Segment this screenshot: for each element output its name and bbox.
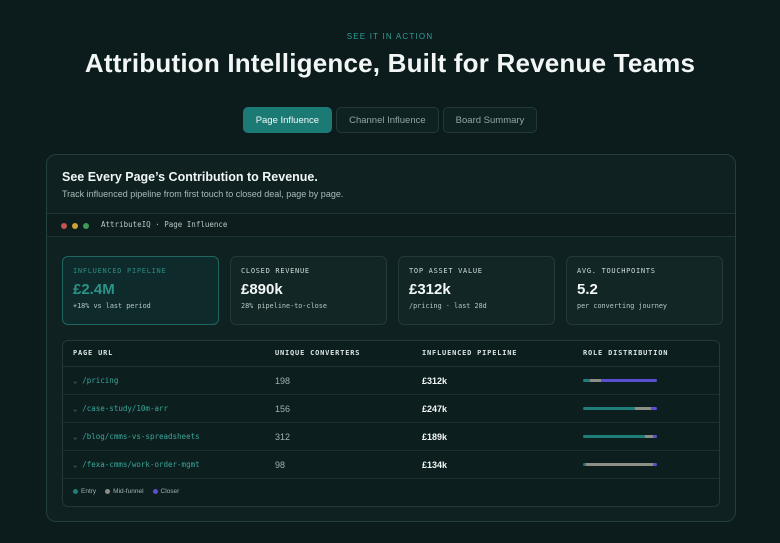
pipeline-cell: £134k xyxy=(422,460,448,470)
closer-segment xyxy=(652,435,657,438)
kpi-note: /pricing · last 28d xyxy=(409,302,487,310)
kpi-label: INFLUENCED PIPELINE xyxy=(73,267,167,275)
hero-title: Attribution Intelligence, Built for Reve… xyxy=(84,48,696,78)
page-url-cell[interactable]: ⌄ /blog/cmms-vs-spreadsheets xyxy=(73,423,200,451)
kpi-value: £890k xyxy=(241,281,283,298)
pipeline-cell: £247k xyxy=(422,404,448,414)
column-header-unique-converters[interactable]: UNIQUE CONVERTERS xyxy=(275,341,360,366)
legend-dot xyxy=(152,489,158,494)
eyebrow-label: SEE IT IN ACTION xyxy=(346,32,434,41)
kpi-top-asset-value: TOP ASSET VALUE £312k /pricing · last 28… xyxy=(398,256,555,325)
role-distribution-bar xyxy=(583,435,657,438)
converters-cell: 98 xyxy=(275,460,286,470)
mid-funnel-segment xyxy=(645,435,653,438)
legend-item-entry: Entry xyxy=(73,488,96,495)
demo-card: See Every Page’s Contribution to Revenue… xyxy=(46,154,736,522)
kpi-closed-revenue: CLOSED REVENUE £890k 28% pipeline-to-clo… xyxy=(230,256,387,325)
mid-funnel-segment xyxy=(634,407,652,410)
closer-segment xyxy=(652,463,657,466)
view-tabs: Page Influence Channel Influence Board S… xyxy=(0,107,780,133)
window-titlebar: AttributeIQ · Page Influence xyxy=(47,213,735,237)
entry-segment xyxy=(583,379,591,382)
tab-page-influence[interactable]: Page Influence xyxy=(242,107,333,133)
role-distribution-bar xyxy=(583,463,657,466)
tab-board-summary[interactable]: Board Summary xyxy=(442,107,538,133)
kpi-note: per converting journey xyxy=(577,302,668,310)
role-distribution-bar xyxy=(583,407,657,410)
kpi-influenced-pipeline: INFLUENCED PIPELINE £2.4M +18% vs last p… xyxy=(62,256,219,325)
kpi-note: +18% vs last period xyxy=(73,302,151,310)
kpi-value: £2.4M xyxy=(73,281,115,298)
kpi-label: CLOSED REVENUE xyxy=(241,267,310,275)
page-url: /pricing xyxy=(82,376,119,385)
card-subtitle: Track influenced pipeline from first tou… xyxy=(62,189,344,199)
legend-label: Mid-funnel xyxy=(113,488,144,495)
chevron-down-icon[interactable]: ⌄ xyxy=(73,377,77,385)
role-legend: Entry Mid-funnel Closer xyxy=(73,488,179,495)
page-url-cell[interactable]: ⌄ /pricing xyxy=(73,367,118,395)
converters-cell: 156 xyxy=(275,404,291,414)
entry-segment xyxy=(583,407,635,410)
page-url-cell[interactable]: ⌄ /case-study/10m-arr xyxy=(73,395,168,423)
legend-label: Entry xyxy=(81,488,97,495)
column-header-page-url[interactable]: PAGE URL xyxy=(73,341,113,366)
legend-dot xyxy=(73,489,78,494)
table-row[interactable]: ⌄ /pricing 198 £312k xyxy=(63,367,719,395)
kpi-label: TOP ASSET VALUE xyxy=(409,267,483,275)
pipeline-cell: £189k xyxy=(422,432,448,442)
converters-cell: 198 xyxy=(275,376,291,386)
table-row[interactable]: ⌄ /case-study/10m-arr 156 £247k xyxy=(63,395,719,423)
column-header-influenced-pipeline[interactable]: INFLUENCED PIPELINE xyxy=(422,341,517,366)
closer-segment xyxy=(601,379,657,382)
kpi-label: AVG. TOUCHPOINTS xyxy=(577,267,656,275)
legend-dot xyxy=(105,489,111,494)
pipeline-cell: £312k xyxy=(422,376,448,386)
table-row[interactable]: ⌄ /blog/cmms-vs-spreadsheets 312 £189k xyxy=(63,423,719,451)
kpi-avg-touchpoints: AVG. TOUCHPOINTS 5.2 per converting jour… xyxy=(566,256,723,325)
mid-funnel-segment xyxy=(585,463,653,466)
role-distribution-bar xyxy=(583,379,657,382)
kpi-value: £312k xyxy=(409,281,451,298)
closer-segment xyxy=(651,407,657,410)
page-url-cell[interactable]: ⌄ /fexa-cmms/work-order-mgmt xyxy=(73,451,200,479)
chevron-down-icon[interactable]: ⌄ xyxy=(73,461,77,469)
kpi-row: INFLUENCED PIPELINE £2.4M +18% vs last p… xyxy=(62,256,723,325)
legend-item-closer: Closer xyxy=(152,488,180,495)
page-url: /fexa-cmms/work-order-mgmt xyxy=(82,460,200,469)
kpi-value: 5.2 xyxy=(577,281,598,298)
entry-segment xyxy=(583,435,646,438)
mid-funnel-segment xyxy=(590,379,602,382)
converters-cell: 312 xyxy=(275,432,291,442)
tab-channel-influence[interactable]: Channel Influence xyxy=(336,107,439,133)
card-title: See Every Page’s Contribution to Revenue… xyxy=(62,170,318,184)
chevron-down-icon[interactable]: ⌄ xyxy=(73,405,77,413)
table-row[interactable]: ⌄ /fexa-cmms/work-order-mgmt 98 £134k xyxy=(63,451,719,479)
chevron-down-icon[interactable]: ⌄ xyxy=(73,433,77,441)
window-close-dot xyxy=(61,223,67,229)
page-url: /blog/cmms-vs-spreadsheets xyxy=(82,432,200,441)
window-minimize-dot xyxy=(72,223,78,229)
legend-item-mid-funnel: Mid-funnel xyxy=(105,488,144,495)
page-url: /case-study/10m-arr xyxy=(82,404,169,413)
column-header-role-distribution[interactable]: ROLE DISTRIBUTION xyxy=(583,341,668,366)
window-maximize-dot xyxy=(83,223,89,229)
page-influence-table: PAGE URL UNIQUE CONVERTERS INFLUENCED PI… xyxy=(62,340,720,507)
kpi-note: 28% pipeline-to-close xyxy=(241,302,327,310)
window-title: AttributeIQ · Page Influence xyxy=(101,220,228,229)
legend-label: Closer xyxy=(160,488,180,495)
